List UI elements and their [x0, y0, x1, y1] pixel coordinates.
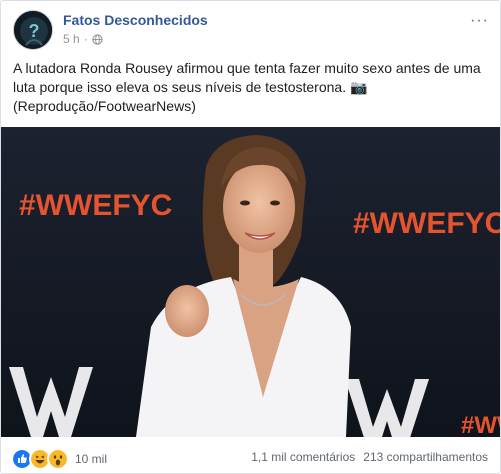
page-name-link[interactable]: Fatos Desconhecidos — [63, 12, 208, 28]
reactions-summary[interactable]: 10 mil — [11, 448, 107, 470]
globe-icon[interactable] — [92, 33, 103, 45]
reactions-count: 10 mil — [75, 452, 108, 466]
page-avatar[interactable]: ? — [13, 10, 53, 50]
backdrop-text-left: #WWEFYC — [19, 189, 172, 222]
post-meta: 5 h · — [63, 32, 103, 46]
meta-separator: · — [83, 32, 88, 46]
post-photo[interactable]: #WWEFYC #WWEFYC #WWEFYC — [1, 127, 500, 437]
post-timestamp[interactable]: 5 h — [63, 32, 80, 46]
post-stats: 1,1 mil comentários 213 compartilhamento… — [251, 450, 488, 464]
avatar-image: ? — [14, 11, 52, 49]
backdrop-text-corner: #WWEFYC — [461, 412, 500, 437]
shares-count-link[interactable]: 213 compartilhamentos — [363, 450, 488, 464]
post-text-line-3: (Reprodução/FootwearNews) — [13, 98, 196, 114]
post-header: ? Fatos Desconhecidos 5 h · ··· — [13, 10, 493, 52]
more-options-button[interactable]: ··· — [470, 12, 489, 30]
reactions-bar: 10 mil 1,1 mil comentários 213 compartil… — [1, 439, 500, 473]
photo-illustration: #WWEFYC #WWEFYC #WWEFYC — [1, 127, 500, 437]
post-card: ? Fatos Desconhecidos 5 h · ··· A lutado… — [0, 0, 501, 474]
backdrop-text-right: #WWEFYC — [353, 207, 500, 240]
post-text-line-2: luta porque isso eleva os seus níveis de… — [13, 79, 368, 95]
post-text-line-1: A lutadora Ronda Rousey afirmou que tent… — [13, 60, 481, 76]
comments-count-link[interactable]: 1,1 mil comentários — [251, 450, 355, 464]
post-text: A lutadora Ronda Rousey afirmou que tent… — [13, 59, 491, 116]
svg-text:?: ? — [29, 21, 40, 41]
wow-icon — [47, 448, 69, 470]
